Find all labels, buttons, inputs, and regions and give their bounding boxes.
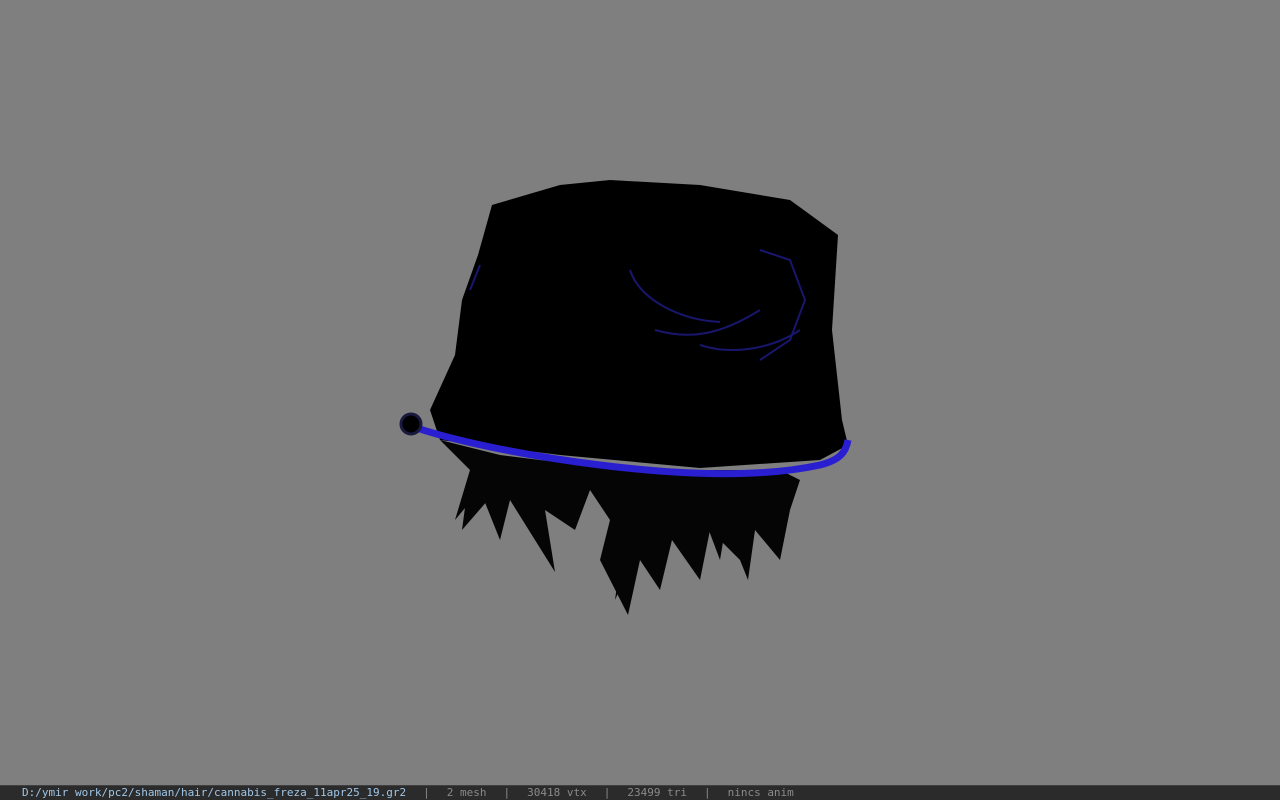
separator: | bbox=[503, 786, 511, 799]
hat-crown bbox=[430, 180, 848, 468]
animation-status-text: nincs anim bbox=[727, 786, 794, 799]
separator: | bbox=[603, 786, 611, 799]
mesh-count-text: 2 mesh bbox=[446, 786, 487, 799]
file-path-text: D:/ymir work/pc2/shaman/hair/cannabis_fr… bbox=[22, 786, 407, 799]
separator: | bbox=[703, 786, 711, 799]
model-render bbox=[399, 180, 852, 615]
3d-viewport[interactable] bbox=[0, 0, 1280, 785]
triangle-count-text: 23499 tri bbox=[627, 786, 687, 799]
status-bar: D:/ymir work/pc2/shaman/hair/cannabis_fr… bbox=[0, 785, 1280, 800]
separator: | bbox=[423, 786, 430, 799]
vertex-count-text: 30418 vtx bbox=[527, 786, 587, 799]
hat-grommet bbox=[399, 412, 423, 436]
